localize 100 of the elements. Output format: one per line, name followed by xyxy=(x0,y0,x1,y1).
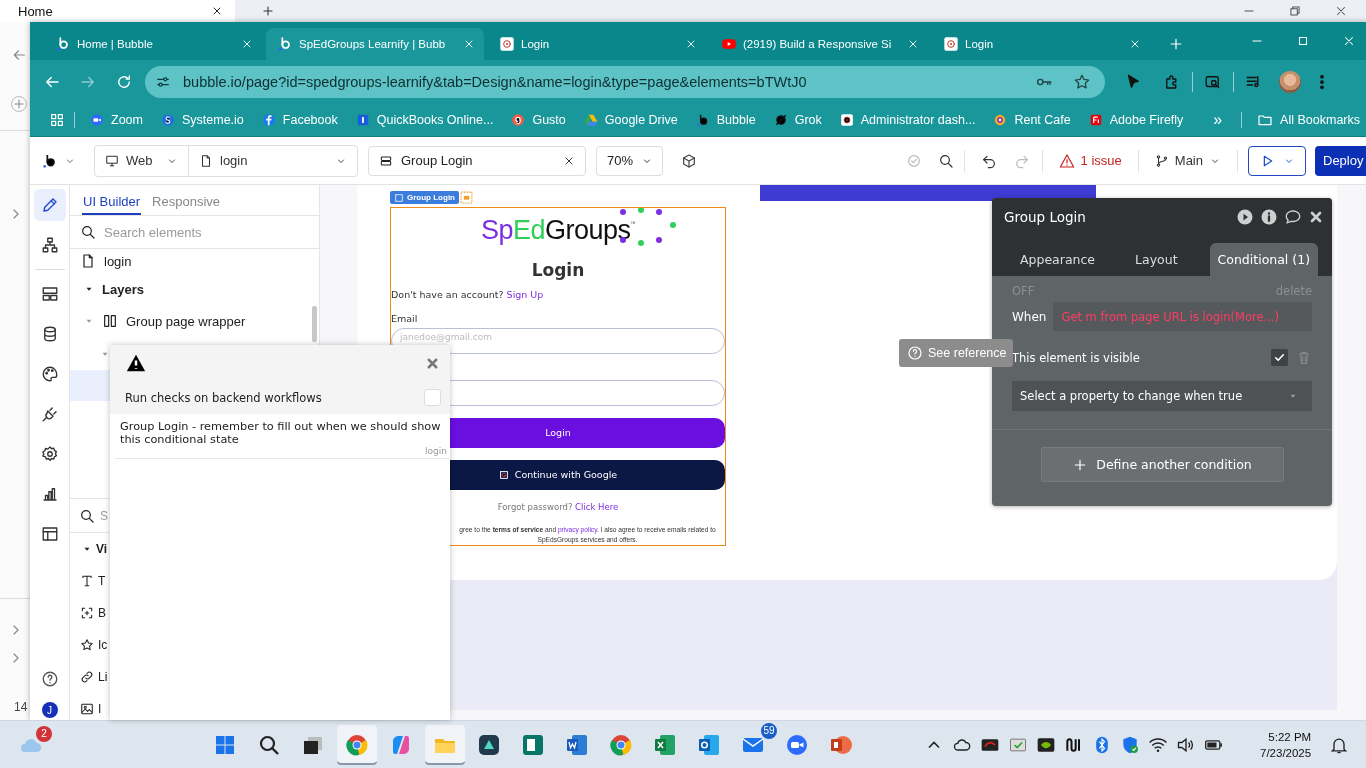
all-bookmarks[interactable]: All Bookmarks xyxy=(1251,111,1366,128)
logo-icon[interactable] xyxy=(42,152,58,169)
when-label: When xyxy=(1012,309,1047,324)
browser-tab[interactable]: SpEdGroups Learnify | Bubb xyxy=(266,28,484,60)
clock[interactable]: 5:22 PM 7/23/2025 xyxy=(1260,728,1312,761)
tree-item[interactable]: login xyxy=(70,249,319,273)
maximize-icon[interactable] xyxy=(1296,34,1310,48)
search-icon xyxy=(79,507,95,524)
info-icon[interactable] xyxy=(1260,208,1278,226)
branch-icon xyxy=(1154,153,1169,168)
close-icon[interactable] xyxy=(211,5,223,17)
site-icon xyxy=(993,112,1008,127)
warning-icon xyxy=(125,353,147,373)
email-label: Email xyxy=(391,312,419,326)
page-icon xyxy=(199,153,213,168)
bookmark[interactable]: Rent Cafe xyxy=(987,112,1077,127)
pencil-icon[interactable] xyxy=(33,189,66,221)
spreadsheet-app-icon xyxy=(653,732,677,757)
panel-tab[interactable]: UI Builder xyxy=(82,194,142,215)
option-label: Run checks on backend workflows xyxy=(125,390,322,405)
bookmark[interactable]: Gusto xyxy=(505,112,572,127)
address-bar[interactable]: bubble.io/page?id=spedgroups-learnify&tab=Design&name=login&type=page&elements=bTWtJ0 xyxy=(145,65,1105,98)
layers-header[interactable]: Layers xyxy=(70,273,319,305)
deploy-button[interactable]: Deploy xyxy=(1315,145,1366,176)
app-icon xyxy=(521,732,545,757)
help-icon[interactable] xyxy=(40,670,59,688)
back-icon[interactable] xyxy=(11,47,27,63)
element-selector[interactable]: Group Login xyxy=(368,145,586,176)
apps-icon[interactable] xyxy=(49,111,65,128)
browser-tab[interactable]: Home | Bubble xyxy=(44,28,262,60)
cube-icon[interactable] xyxy=(681,152,697,169)
more-bookmarks-button[interactable]: » xyxy=(1203,110,1233,129)
group-icon xyxy=(379,153,393,168)
click-here-link[interactable]: Click Here xyxy=(575,502,619,512)
search-icon xyxy=(80,224,96,240)
play-icon[interactable] xyxy=(1236,208,1254,226)
browser-tab[interactable]: Home xyxy=(0,0,235,22)
branch-dropdown[interactable]: Main xyxy=(1148,153,1227,168)
browser-icon xyxy=(345,732,369,757)
browser-tab[interactable]: Login xyxy=(932,28,1150,60)
define-condition-button[interactable]: Define another condition xyxy=(1040,447,1284,482)
reload-icon[interactable] xyxy=(115,72,133,91)
close-icon[interactable] xyxy=(1308,209,1324,225)
check-circle-icon[interactable] xyxy=(905,152,922,169)
mail-app-icon xyxy=(697,732,721,757)
restore-icon[interactable] xyxy=(1288,4,1302,18)
document-app-icon xyxy=(565,732,589,757)
bookmark[interactable]: Systeme.io xyxy=(154,112,250,127)
tree-item[interactable]: Group page wrapper xyxy=(70,305,319,337)
zoom-dropdown[interactable]: 70% xyxy=(596,145,663,176)
monitor-icon xyxy=(105,153,119,168)
checkbox[interactable] xyxy=(1271,349,1288,366)
g-icon xyxy=(498,469,509,480)
user-avatar[interactable]: J xyxy=(41,702,58,718)
checkbox[interactable] xyxy=(424,389,441,406)
property-label: This element is visible xyxy=(1012,350,1141,365)
logo-text: SpEdGroups$^{™}$ xyxy=(480,214,636,246)
site-icon xyxy=(355,112,370,127)
panel-tab[interactable]: Responsive xyxy=(151,194,221,215)
property-tab[interactable]: Conditional (1) xyxy=(1209,243,1319,276)
page-icon xyxy=(80,253,96,269)
browser-tab[interactable]: Login xyxy=(488,28,706,60)
see-reference-tooltip[interactable]: See reference xyxy=(899,339,1013,367)
profile-avatar[interactable] xyxy=(1279,70,1301,93)
handle-icon[interactable] xyxy=(460,191,473,204)
warning-icon xyxy=(1058,152,1075,169)
shield-icon[interactable] xyxy=(1120,734,1140,755)
check-icon xyxy=(1273,351,1286,364)
email-field[interactable]: janedoe@gmail.com xyxy=(391,328,725,354)
bookmark[interactable]: Zoom xyxy=(84,112,149,127)
element-tag[interactable]: Group Login xyxy=(390,191,459,204)
search-icon[interactable] xyxy=(937,152,954,169)
browser-icon xyxy=(609,732,633,757)
bookmark[interactable]: Facebook xyxy=(255,112,344,127)
property-tab[interactable]: Layout xyxy=(1115,243,1210,276)
video-call-icon xyxy=(785,732,809,757)
issues-button[interactable]: 1 issue xyxy=(1052,152,1128,169)
new-tab-icon[interactable] xyxy=(1168,36,1184,52)
property-tab[interactable]: Appearance xyxy=(1000,243,1116,276)
bookmark[interactable]: Administrator dash... xyxy=(833,112,982,127)
comment-icon[interactable] xyxy=(1284,208,1302,226)
preview-button[interactable] xyxy=(1248,145,1306,176)
bookmark[interactable]: QuickBooks Online... xyxy=(349,112,500,127)
site-icon xyxy=(90,112,104,127)
link-icon xyxy=(80,670,94,684)
new-tab-icon[interactable] xyxy=(261,4,275,18)
site-icon xyxy=(583,112,598,127)
property-dropdown[interactable]: Select a property to change when true xyxy=(1012,381,1312,411)
browser-tab[interactable]: (2919) Build a Responsive Si xyxy=(710,28,928,60)
columns-icon xyxy=(102,313,118,329)
page-dropdown[interactable]: login xyxy=(189,145,357,176)
url-text: bubble.io/page?id=spedgroups-learnify&tab=Design&name=login&type=page&elements=bTWtJ0 xyxy=(183,73,808,90)
signup-link[interactable]: Sign Up xyxy=(506,289,544,300)
star-icon[interactable] xyxy=(1073,72,1091,91)
bookmark[interactable]: Bubble xyxy=(689,112,762,127)
device-dropdown[interactable]: Web xyxy=(95,145,189,176)
site-icon xyxy=(839,112,854,127)
bookmark[interactable]: Google Drive xyxy=(577,112,684,127)
bookmark[interactable]: Adobe Firefly xyxy=(1082,112,1190,127)
bookmark[interactable]: Grok xyxy=(767,112,828,127)
